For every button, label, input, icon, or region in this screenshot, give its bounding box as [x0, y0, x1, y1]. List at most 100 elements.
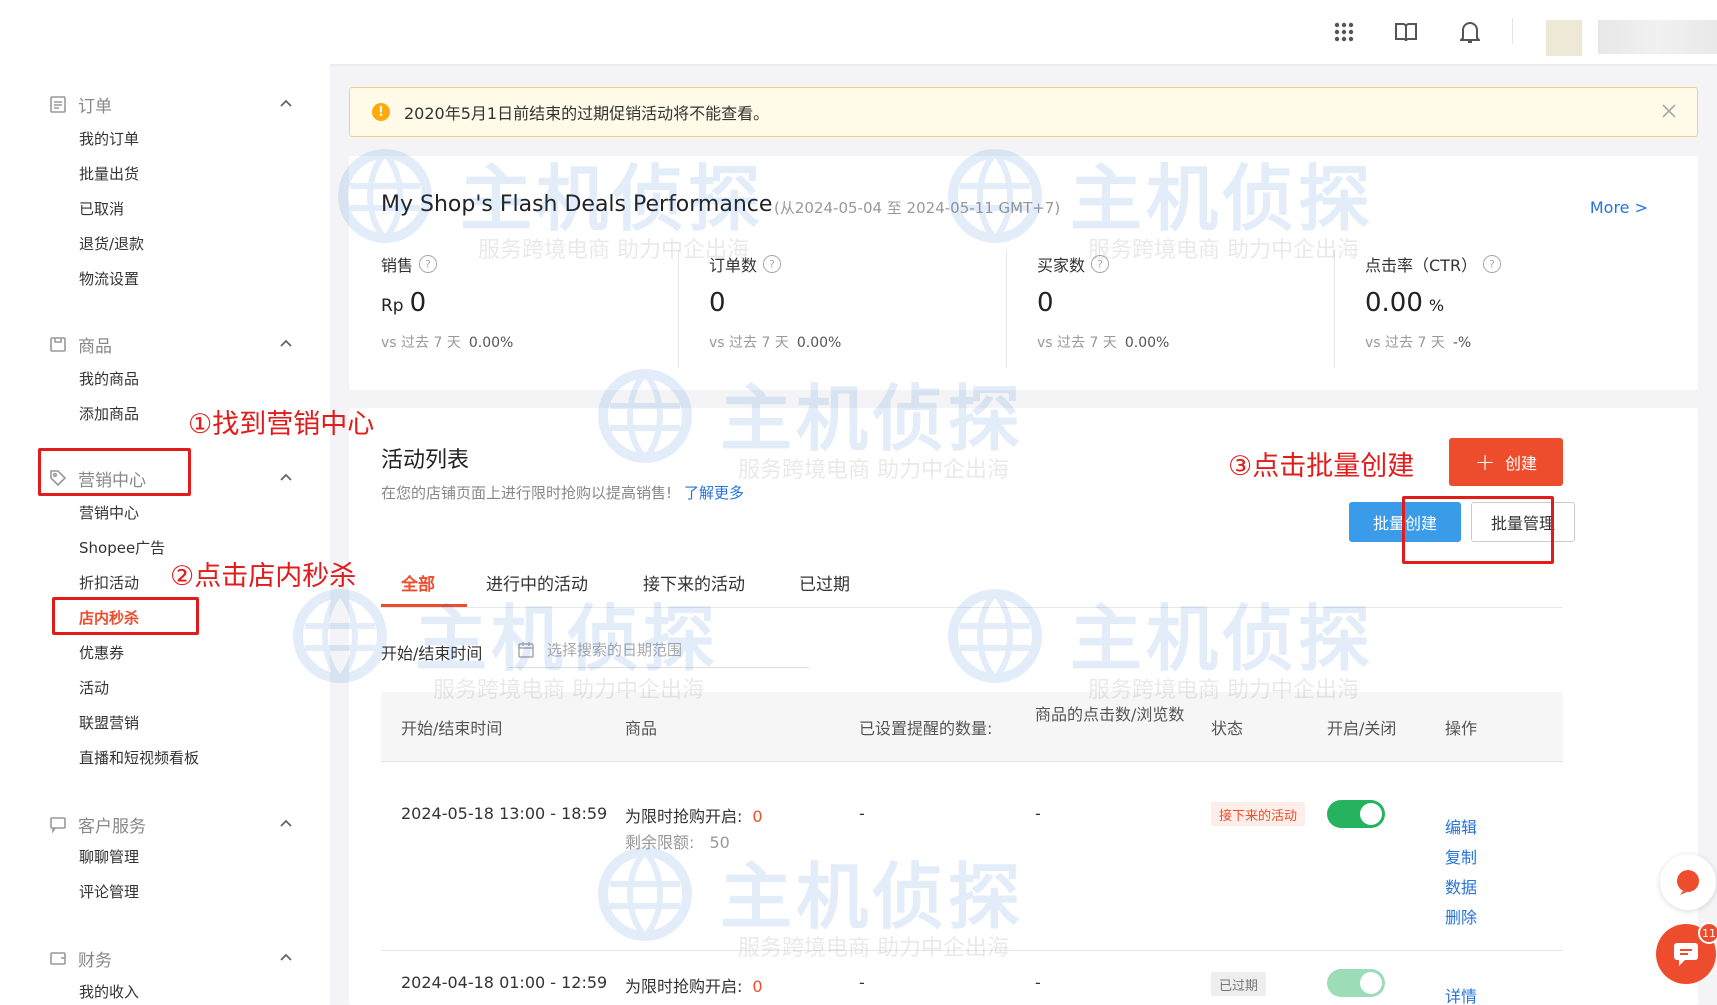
- sidebar-item-cancelled[interactable]: 已取消: [79, 198, 124, 220]
- feedback-button[interactable]: [1660, 854, 1716, 910]
- username-blurred[interactable]: [1598, 20, 1717, 54]
- annotation-step-3: ③点击批量创建: [1228, 451, 1415, 482]
- row-products: 为限时抢购开启: 0: [625, 973, 763, 997]
- learn-more-link[interactable]: 了解更多: [684, 484, 744, 502]
- clipboard-icon: [48, 94, 68, 114]
- sidebar-item-my-income[interactable]: 我的收入: [79, 981, 139, 1003]
- help-icon[interactable]: ?: [419, 255, 438, 273]
- metric-value: 0: [709, 288, 726, 318]
- status-badge: 接下来的活动: [1211, 802, 1306, 826]
- sidebar-section-label: 商品: [78, 336, 112, 357]
- chat-icon: [1674, 943, 1698, 966]
- tab-ongoing[interactable]: 进行中的活动: [486, 570, 588, 595]
- annotation-step-1: ①找到营销中心: [188, 409, 375, 440]
- sidebar-item-returns[interactable]: 退货/退款: [79, 233, 144, 255]
- tab-all[interactable]: 全部: [401, 570, 435, 595]
- chevron-up-icon[interactable]: [278, 470, 294, 486]
- sidebar-item-mass-ship[interactable]: 批量出货: [79, 163, 139, 185]
- toggle-knob: [1360, 803, 1382, 825]
- delete-link[interactable]: 删除: [1445, 904, 1477, 928]
- help-icon[interactable]: ?: [763, 255, 782, 273]
- tab-expired[interactable]: 已过期: [799, 570, 850, 595]
- column-header: 已设置提醒的数量:: [859, 719, 993, 738]
- metric-compare-value: 0.00%: [1124, 335, 1170, 351]
- column-header: 商品的点击数/浏览数: [1035, 705, 1185, 724]
- enabled-label: 为限时抢购开启:: [625, 977, 743, 996]
- metric-compare-label: vs 过去 7 天: [1037, 335, 1117, 351]
- metric-label: 销售: [381, 256, 414, 275]
- create-button-label: 创建: [1505, 454, 1538, 473]
- chat-unread-badge: 11: [1698, 922, 1717, 944]
- metric-currency: Rp: [381, 296, 404, 316]
- enabled-label: 为限时抢购开启:: [625, 807, 743, 826]
- row-time: 2024-04-18 01:00 - 12:59: [401, 973, 608, 992]
- column-header: 操作: [1445, 719, 1478, 738]
- metric-divider: [1006, 250, 1007, 368]
- topbar-divider: [1512, 18, 1513, 44]
- toggle-knob: [1360, 972, 1382, 994]
- sidebar-item-live-video[interactable]: 直播和短视频看板: [79, 747, 199, 769]
- top-bar: [0, 0, 1717, 64]
- chevron-up-icon[interactable]: [278, 950, 294, 966]
- chevron-up-icon[interactable]: [278, 96, 294, 112]
- plus-icon: +: [1474, 448, 1496, 476]
- sidebar-section-customer-service[interactable]: 客户服务: [48, 812, 146, 837]
- row-time: 2024-05-18 13:00 - 18:59: [401, 804, 608, 823]
- avatar[interactable]: [1546, 20, 1582, 56]
- metric-divider: [678, 250, 679, 368]
- edit-link[interactable]: 编辑: [1445, 814, 1477, 838]
- metric-orders: 订单数? 0 vs 过去 7 天 0.00%: [709, 252, 1009, 362]
- sidebar-section-products[interactable]: 商品: [48, 332, 112, 357]
- column-header: 开始/结束时间: [401, 719, 503, 738]
- sidebar-item-add-product[interactable]: 添加商品: [79, 403, 139, 425]
- row-clicks: -: [1035, 804, 1041, 823]
- tab-upcoming[interactable]: 接下来的活动: [643, 570, 745, 595]
- metric-buyers: 买家数? 0 vs 过去 7 天 0.00%: [1037, 252, 1337, 362]
- close-icon[interactable]: [1659, 101, 1679, 121]
- sidebar-section-finance[interactable]: 财务: [48, 946, 112, 971]
- sidebar: [0, 64, 330, 1005]
- metric-compare-value: -%: [1452, 335, 1472, 351]
- book-icon[interactable]: [1392, 18, 1420, 46]
- more-link[interactable]: More >: [1590, 198, 1648, 217]
- metric-divider: [1334, 250, 1335, 368]
- details-link[interactable]: 详情: [1445, 983, 1477, 1005]
- sidebar-item-my-orders[interactable]: 我的订单: [79, 128, 139, 150]
- create-button[interactable]: + 创建: [1449, 438, 1563, 486]
- metric-compare-label: vs 过去 7 天: [1365, 335, 1445, 351]
- chevron-up-icon[interactable]: [278, 336, 294, 352]
- wallet-icon: [48, 948, 68, 968]
- annotation-step-2: ②点击店内秒杀: [170, 561, 357, 592]
- sidebar-item-vouchers[interactable]: 优惠券: [79, 642, 124, 664]
- metric-compare-label: vs 过去 7 天: [381, 335, 461, 351]
- sidebar-item-my-products[interactable]: 我的商品: [79, 368, 139, 390]
- row-reminders: -: [859, 973, 865, 992]
- bell-icon[interactable]: [1456, 18, 1484, 46]
- sidebar-section-orders[interactable]: 订单: [48, 92, 112, 117]
- sidebar-item-discount[interactable]: 折扣活动: [79, 572, 139, 594]
- sidebar-item-review-management[interactable]: 评论管理: [79, 881, 139, 903]
- apps-grid-icon[interactable]: [1330, 18, 1358, 46]
- metric-label: 订单数: [709, 256, 758, 275]
- sidebar-item-marketing-centre[interactable]: 营销中心: [79, 502, 139, 524]
- row-reminders: -: [859, 804, 865, 823]
- copy-link[interactable]: 复制: [1445, 844, 1477, 868]
- help-icon[interactable]: ?: [1091, 255, 1110, 273]
- sidebar-item-affiliate[interactable]: 联盟营销: [79, 712, 139, 734]
- date-range-picker[interactable]: 选择搜索的日期范围: [509, 632, 809, 668]
- performance-card: My Shop's Flash Deals Performance (从2024…: [349, 156, 1698, 390]
- activity-list-subtitle: 在您的店铺页面上进行限时抢购以提高销售! 了解更多: [381, 482, 744, 503]
- sidebar-item-shopee-ads[interactable]: Shopee广告: [79, 537, 165, 559]
- sidebar-item-shipping-settings[interactable]: 物流设置: [79, 268, 139, 290]
- performance-title: My Shop's Flash Deals Performance: [381, 192, 773, 217]
- activity-toggle: [1327, 969, 1385, 997]
- sidebar-item-campaigns[interactable]: 活动: [79, 677, 109, 699]
- help-icon[interactable]: ?: [1483, 255, 1502, 273]
- chevron-up-icon[interactable]: [278, 816, 294, 832]
- sidebar-item-chat-management[interactable]: 聊聊管理: [79, 846, 139, 868]
- remaining-label: 剩余限额:: [625, 833, 695, 852]
- data-link[interactable]: 数据: [1445, 874, 1477, 898]
- metric-compare-value: 0.00%: [796, 335, 842, 351]
- activity-toggle[interactable]: [1327, 800, 1385, 828]
- activity-list-title: 活动列表: [381, 448, 470, 473]
